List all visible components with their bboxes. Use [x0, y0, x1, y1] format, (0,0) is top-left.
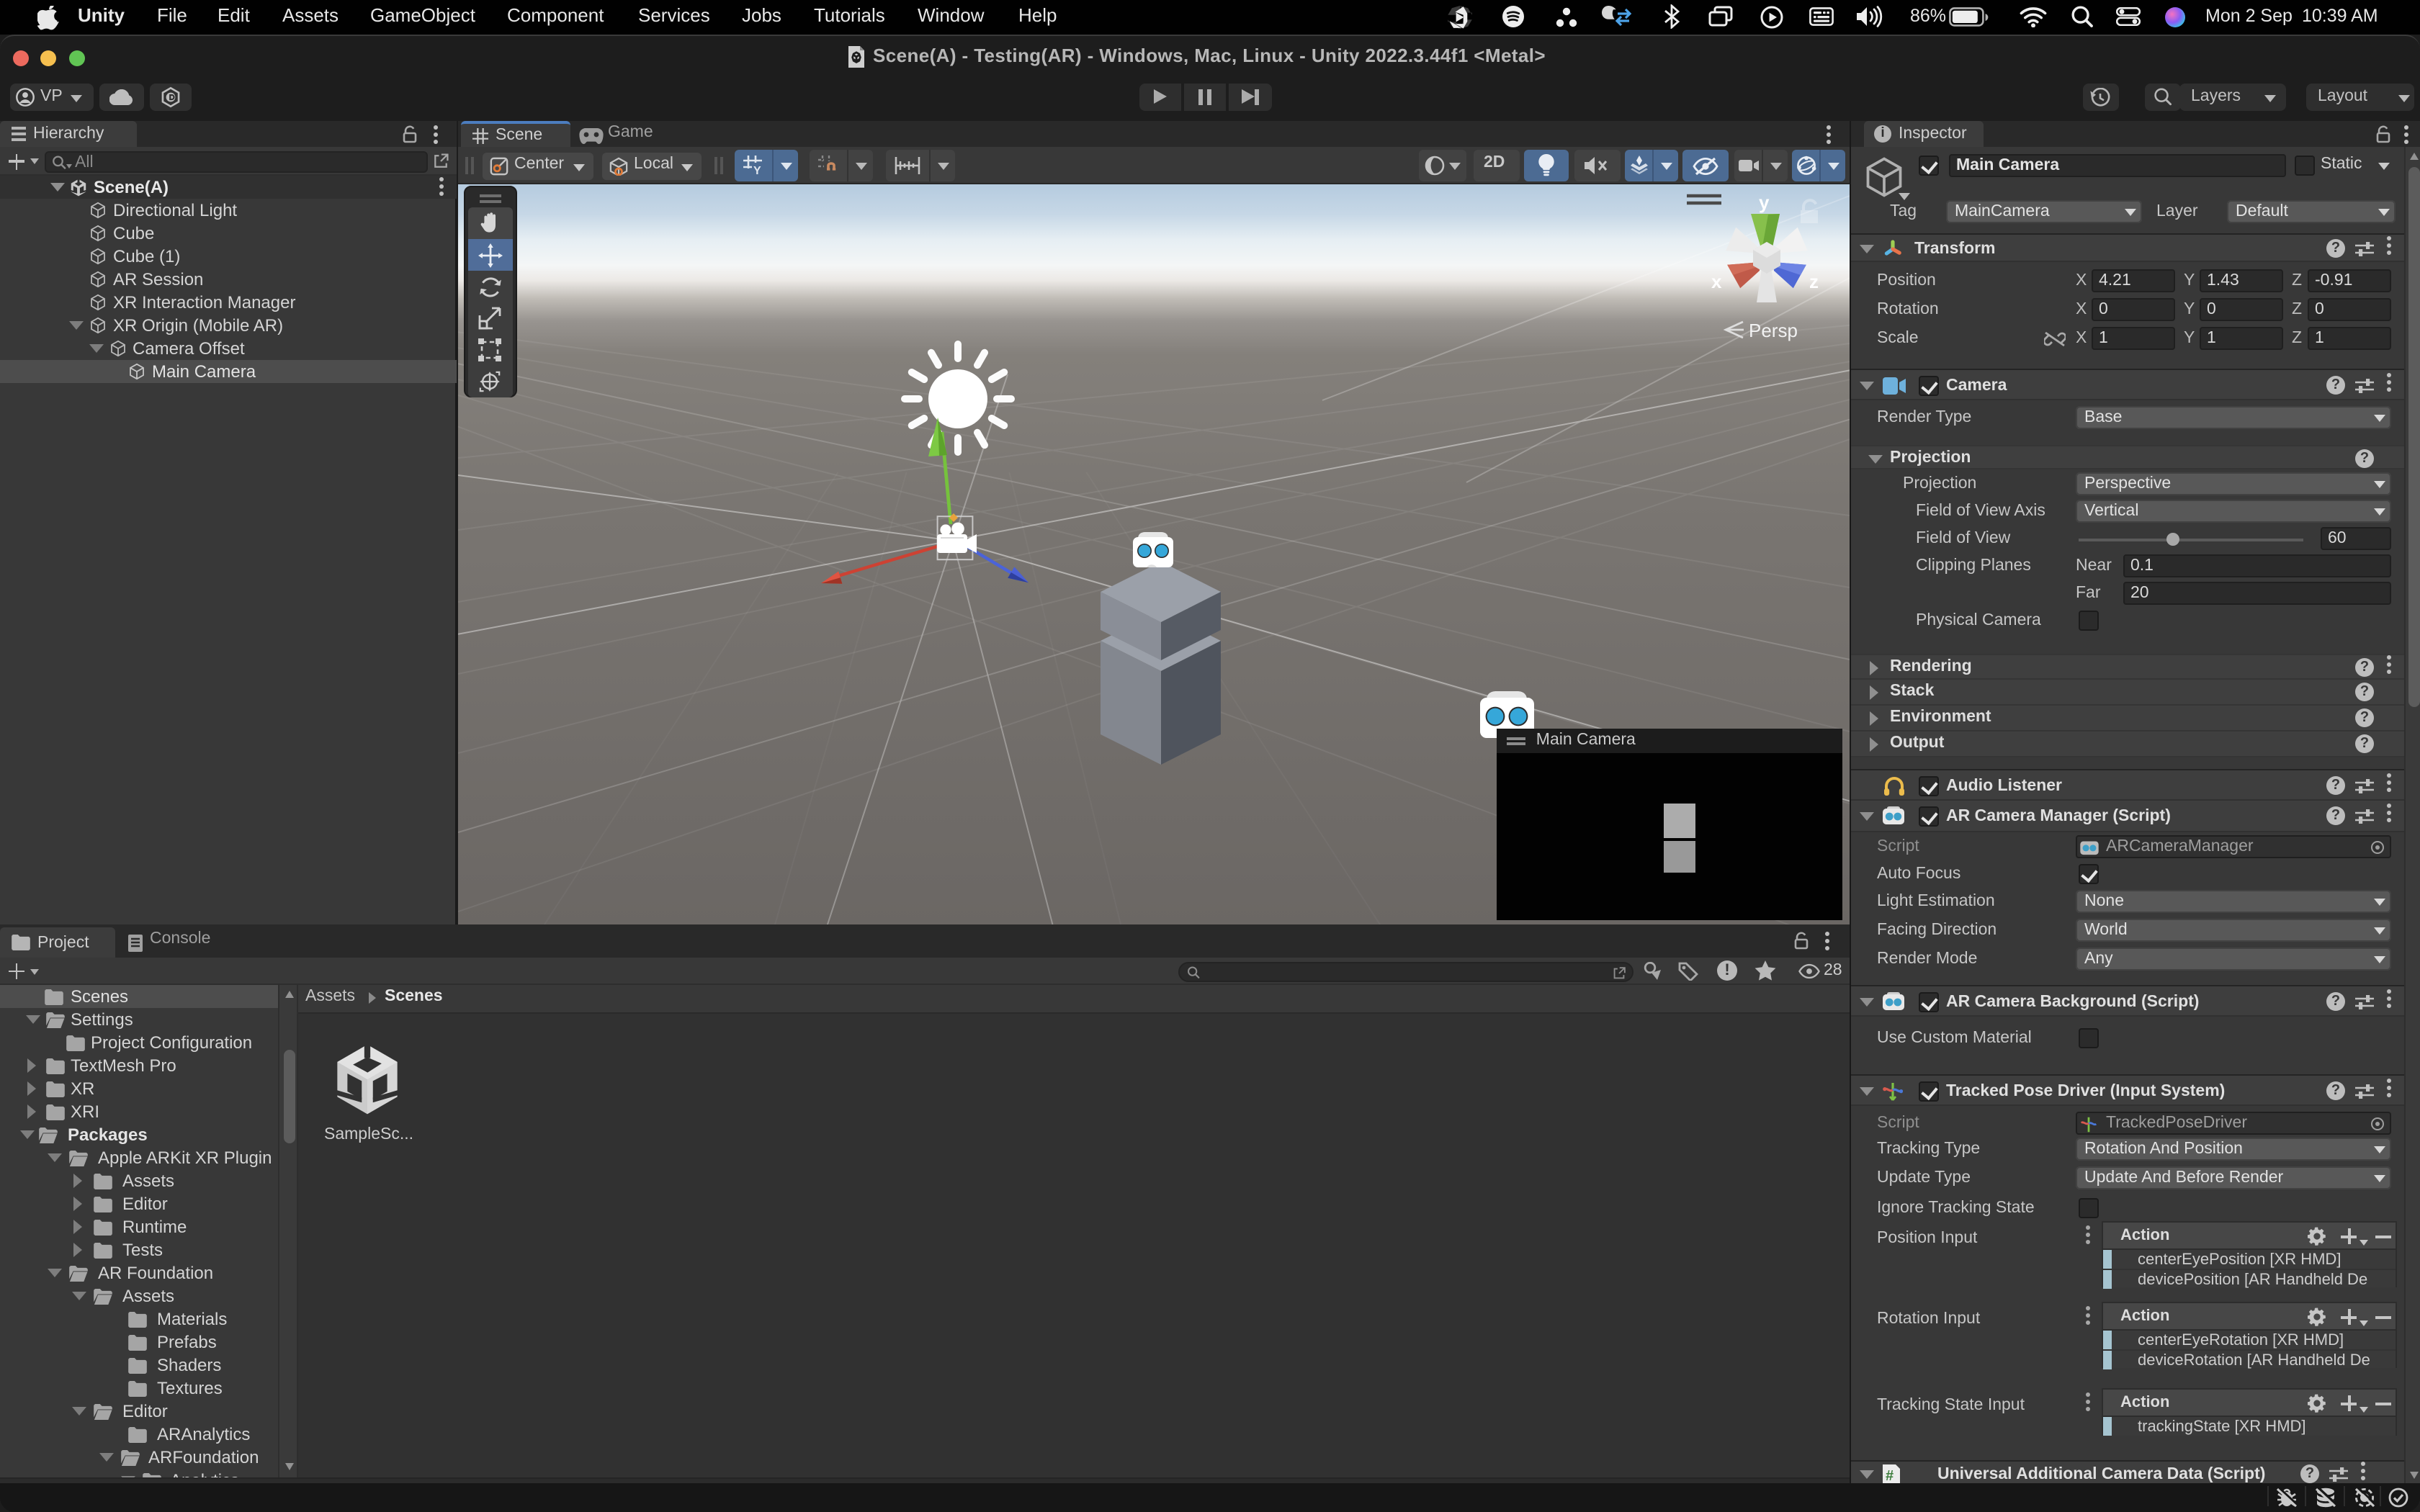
svg-text:y: y [1759, 192, 1770, 213]
svg-text:z: z [1809, 271, 1819, 292]
svg-text:#: # [1886, 1468, 1894, 1484]
svg-text:x: x [1711, 271, 1722, 292]
svg-text:Persp: Persp [1749, 320, 1798, 341]
svg-text:Y: Y [753, 165, 761, 176]
